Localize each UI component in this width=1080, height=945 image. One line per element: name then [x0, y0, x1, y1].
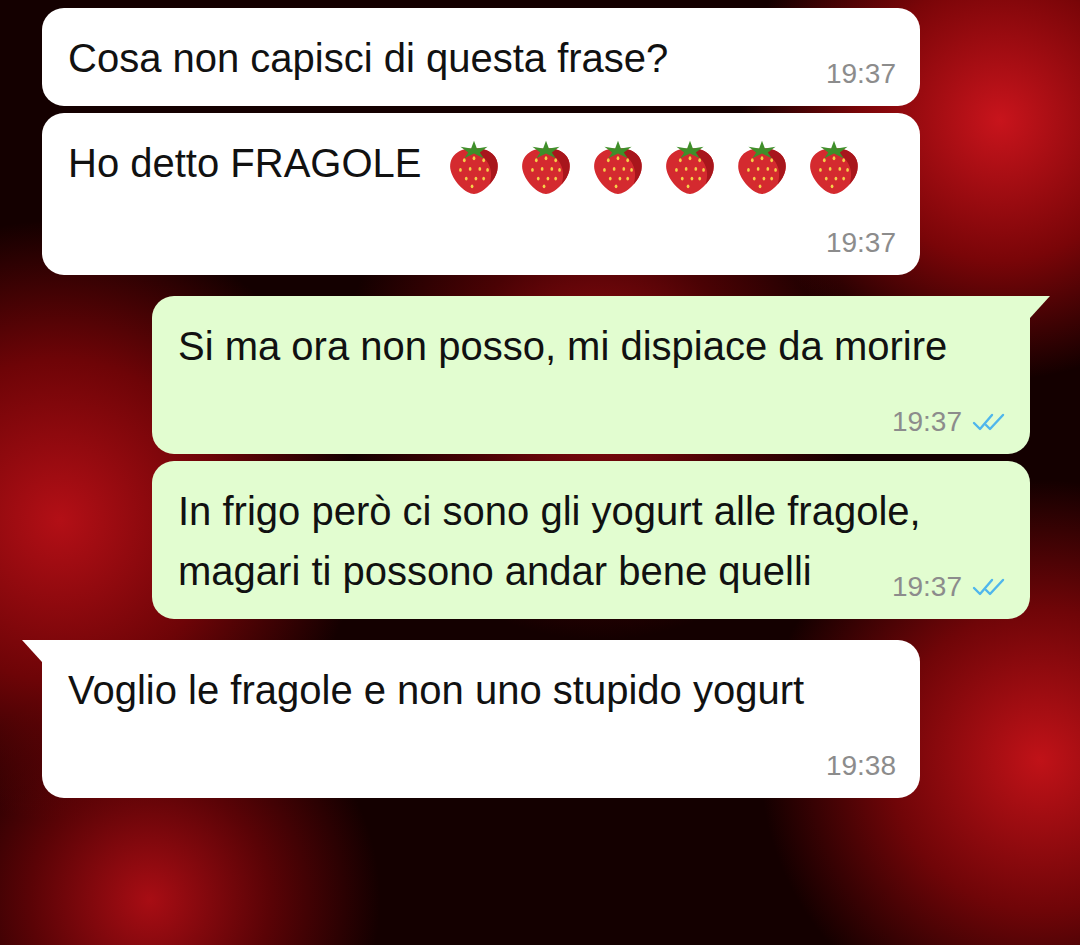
message-row: Voglio le fragole e non uno stupido yogu…: [0, 640, 1080, 798]
strawberry-icon: [587, 135, 649, 197]
strawberry-icon: [731, 135, 793, 197]
message-meta: 19:37: [892, 569, 1006, 605]
message-row: Cosa non capisci di questa frase? 19:37: [0, 8, 1080, 106]
message-text: Si ma ora non posso, mi dispiace da mori…: [178, 324, 947, 368]
strawberry-icon: [515, 135, 577, 197]
message-bubble[interactable]: In frigo però ci sono gli yogurt alle fr…: [152, 461, 1030, 619]
message-time: 19:38: [826, 748, 896, 784]
message-time: 19:37: [892, 404, 962, 440]
message-meta: 19:37: [892, 404, 1006, 440]
message-bubble[interactable]: Voglio le fragole e non uno stupido yogu…: [42, 640, 920, 798]
message-time: 19:37: [892, 569, 962, 605]
strawberry-icon: [659, 135, 721, 197]
read-ticks-icon: [972, 412, 1006, 432]
message-bubble[interactable]: Si ma ora non posso, mi dispiace da mori…: [152, 296, 1030, 454]
message-bubble[interactable]: Ho detto FRAGOLE 19:37: [42, 113, 920, 275]
message-text: Cosa non capisci di questa frase?: [68, 36, 668, 80]
message-row: Si ma ora non posso, mi dispiace da mori…: [0, 296, 1080, 454]
chat-view: Cosa non capisci di questa frase? 19:37 …: [0, 0, 1080, 945]
message-meta: 19:37: [826, 56, 896, 92]
message-time: 19:37: [826, 225, 896, 261]
message-meta: 19:38: [826, 748, 896, 784]
message-text: Ho detto FRAGOLE: [68, 141, 421, 185]
read-ticks-icon: [972, 577, 1006, 597]
message-bubble[interactable]: Cosa non capisci di questa frase? 19:37: [42, 8, 920, 106]
strawberry-icon: [443, 135, 505, 197]
message-text: Voglio le fragole e non uno stupido yogu…: [68, 668, 804, 712]
message-text: In frigo però ci sono gli yogurt alle fr…: [178, 489, 921, 593]
message-time: 19:37: [826, 56, 896, 92]
message-row: Ho detto FRAGOLE 19:37: [0, 113, 1080, 275]
message-meta: 19:37: [826, 225, 896, 261]
strawberry-icon: [803, 135, 865, 197]
message-row: In frigo però ci sono gli yogurt alle fr…: [0, 461, 1080, 619]
